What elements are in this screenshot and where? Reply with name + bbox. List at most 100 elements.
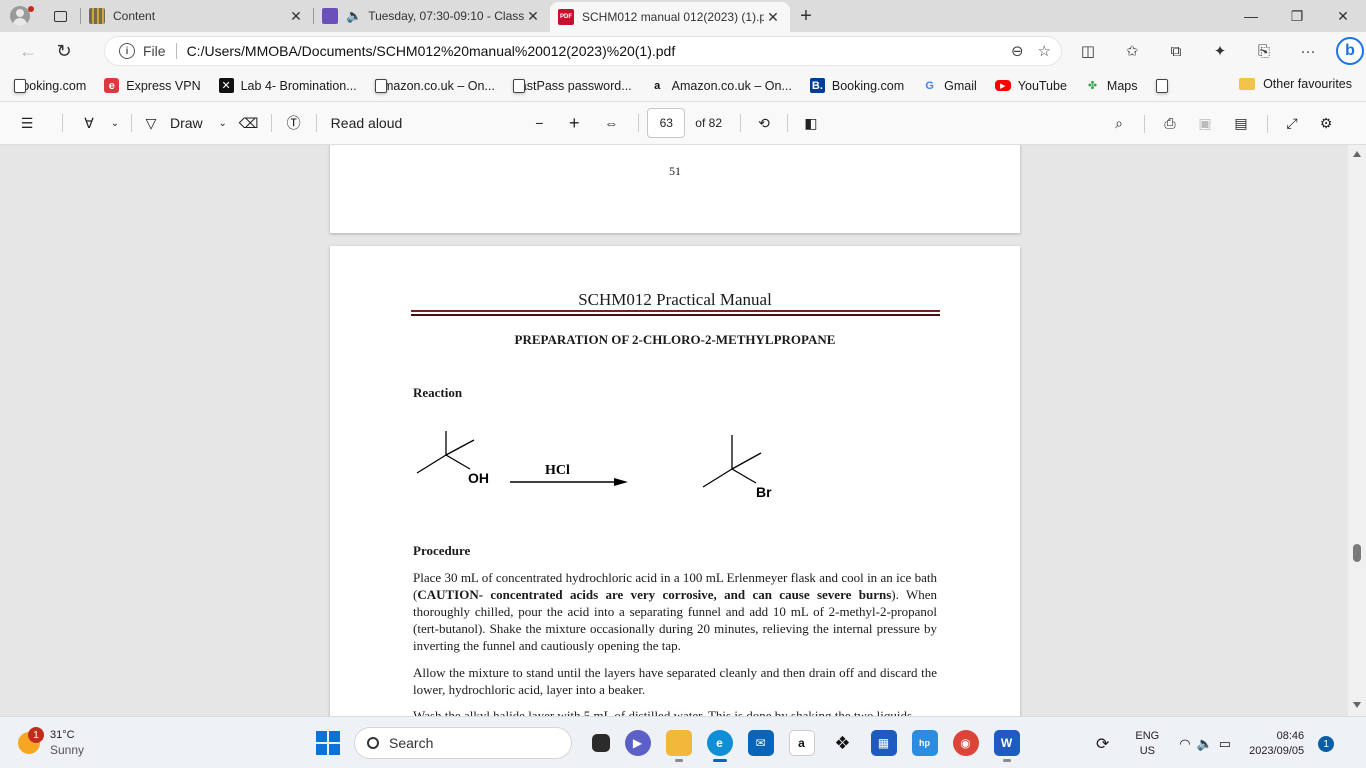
favorite-youtube[interactable]: ▶ YouTube (994, 79, 1067, 93)
tert-butanol-structure (416, 431, 475, 474)
favorite-label: Express VPN (126, 78, 201, 93)
task-view-icon[interactable] (591, 734, 610, 752)
text-box-icon[interactable]: Ⓣ (280, 102, 308, 145)
fit-width-icon[interactable]: ⇔ (592, 102, 630, 145)
scroll-down-icon[interactable] (1353, 702, 1361, 708)
notification-badge[interactable]: 1 (1318, 736, 1335, 752)
favorite-amazon-2[interactable]: a Amazon.co.uk – On... (650, 78, 792, 93)
tab-actions-button[interactable] (40, 0, 80, 32)
draw-icon[interactable]: ▽ (140, 102, 162, 145)
tab-content[interactable]: Content ✕ (81, 0, 313, 32)
pdf-viewer[interactable]: 51 SCHM012 Practical Manual PREPARATION … (0, 145, 1366, 716)
favorite-booking-2[interactable]: B. Booking.com (809, 78, 905, 93)
tab-title: SCHM012 manual 012(2023) (1).pdf (582, 10, 764, 24)
profile-button[interactable] (0, 0, 40, 32)
favorite-gmail[interactable]: G Gmail (922, 78, 976, 93)
minimize-button[interactable]: — (1228, 0, 1274, 32)
page-number-input[interactable]: 63 (647, 108, 686, 138)
viewer-scrollbar[interactable] (1348, 145, 1366, 716)
tab-class[interactable]: 🔈 Tuesday, 07:30-09:10 - Class ✕ (314, 0, 550, 32)
file-explorer-icon[interactable] (665, 730, 692, 762)
chrome-icon[interactable]: ◉ (952, 730, 979, 756)
mail-icon[interactable]: ✉ (747, 730, 774, 756)
highlight-icon[interactable]: ∀ (71, 102, 107, 145)
read-aloud-button[interactable]: Read aloud (325, 102, 409, 145)
extension-icon[interactable]: ✦ (1198, 42, 1242, 60)
back-button[interactable]: ← (10, 32, 46, 70)
pdf-favicon-icon: PDF (558, 9, 574, 25)
speaker-icon[interactable]: 🔈 (346, 8, 362, 24)
favorite-booking[interactable]: Booking.com (14, 78, 86, 93)
volume-icon[interactable]: 🔈 (1197, 736, 1213, 752)
dropbox-icon[interactable]: ❖ (830, 730, 856, 756)
draw-button[interactable]: Draw (162, 102, 211, 145)
edge-icon[interactable]: e (706, 730, 733, 762)
favorites-icon[interactable]: ✩ (1110, 42, 1154, 60)
refresh-button[interactable]: ↻ (46, 32, 82, 70)
draw-label: Draw (170, 115, 203, 131)
wifi-icon[interactable]: ◠ (1179, 736, 1190, 752)
split-screen-icon[interactable]: ◫ (1066, 42, 1110, 60)
bing-copilot-icon[interactable]: b (1336, 37, 1364, 65)
zoom-in-icon[interactable]: + (556, 102, 592, 145)
taskbar-search[interactable]: Search (354, 727, 572, 759)
taskbar: 1 31°C Sunny Search ▶ e ✉ a ❖ ▦ hp ◉ W ⟳… (0, 716, 1366, 768)
store-icon[interactable]: ▦ (870, 730, 897, 756)
battery-icon[interactable]: ▭ (1219, 736, 1231, 752)
contents-icon[interactable]: ☰ (0, 102, 54, 145)
new-tab-button[interactable]: + (790, 5, 822, 28)
weather-description: Sunny (50, 743, 85, 757)
eraser-icon[interactable]: ⌫ (235, 102, 263, 145)
restore-button[interactable]: ❐ (1274, 0, 1320, 32)
url-text[interactable]: C:/Users/MMOBA/Documents/SCHM012%20manua… (187, 43, 676, 59)
start-button[interactable] (316, 731, 340, 755)
favorite-label: Booking.com (831, 78, 905, 93)
chevron-down-icon[interactable]: ⌄ (107, 102, 123, 145)
favorite-maps[interactable]: ✤ Maps (1085, 78, 1138, 93)
rotate-icon[interactable]: ⟲ (749, 102, 779, 145)
address-bar[interactable]: i File C:/Users/MMOBA/Documents/SCHM012%… (104, 36, 1062, 66)
more-menu-icon[interactable]: ··· (1286, 43, 1330, 60)
clock[interactable]: 08:46 2023/09/05 (1249, 729, 1304, 759)
word-icon[interactable]: W (993, 730, 1020, 762)
booking-icon: B. (809, 78, 825, 93)
tab-close-icon[interactable]: ✕ (524, 8, 542, 25)
info-icon[interactable]: i (119, 43, 135, 59)
bars-favicon-icon (89, 8, 105, 24)
other-favorites[interactable]: Other favourites (1239, 77, 1352, 91)
collections-icon[interactable]: ⧉ (1154, 43, 1198, 60)
save-icon[interactable]: ▣ (1187, 102, 1223, 145)
bromo-group-label: Br (756, 484, 772, 500)
search-icon[interactable]: ⌕ (1102, 102, 1136, 145)
fullscreen-icon[interactable]: ⤢ (1276, 102, 1308, 145)
screenshot-icon[interactable]: ⎘ (1242, 43, 1286, 60)
language-indicator[interactable]: ENG US (1135, 729, 1159, 759)
myhp-icon[interactable]: hp (911, 730, 938, 756)
tab-close-icon[interactable]: ✕ (764, 9, 782, 26)
favorite-star-icon[interactable]: ☆ (1038, 42, 1051, 60)
sync-icon[interactable]: ⟳ (1096, 734, 1109, 754)
print-icon[interactable]: ⎙ (1153, 102, 1187, 145)
zoom-icon[interactable]: ⊖ (1011, 42, 1024, 60)
scroll-up-icon[interactable] (1353, 151, 1361, 157)
favorite-lastpass[interactable]: LastPass password... (512, 78, 632, 93)
favorite-amazon-1[interactable]: Amazon.co.uk – On... (374, 78, 495, 93)
zoom-out-icon[interactable]: − (522, 102, 556, 145)
amazon-app-icon[interactable]: a (788, 730, 815, 756)
favorite-lab4[interactable]: ✕ Lab 4- Bromination... (218, 78, 357, 93)
save-as-icon[interactable]: ▤ (1223, 102, 1259, 145)
tab-close-icon[interactable]: ✕ (287, 8, 305, 25)
page-view-icon[interactable]: ◧ (796, 102, 826, 145)
lab-icon: ✕ (218, 78, 234, 93)
favorite-expressvpn[interactable]: e Express VPN (104, 78, 201, 93)
weather-widget[interactable]: 1 31°C Sunny (18, 727, 85, 757)
manual-header: SCHM012 Practical Manual (578, 290, 772, 309)
procedure-paragraph-2: Allow the mixture to stand until the lay… (413, 665, 937, 697)
chevron-down-icon[interactable]: ⌄ (211, 102, 235, 145)
hydroxyl-group-label: OH (468, 470, 489, 486)
teams-icon[interactable]: ▶ (624, 730, 651, 756)
scroll-thumb[interactable] (1353, 544, 1361, 562)
gear-icon[interactable]: ⚙ (1308, 102, 1344, 145)
tab-pdf-active[interactable]: PDF SCHM012 manual 012(2023) (1).pdf ✕ (550, 2, 790, 32)
close-window-button[interactable]: ✕ (1320, 0, 1366, 32)
